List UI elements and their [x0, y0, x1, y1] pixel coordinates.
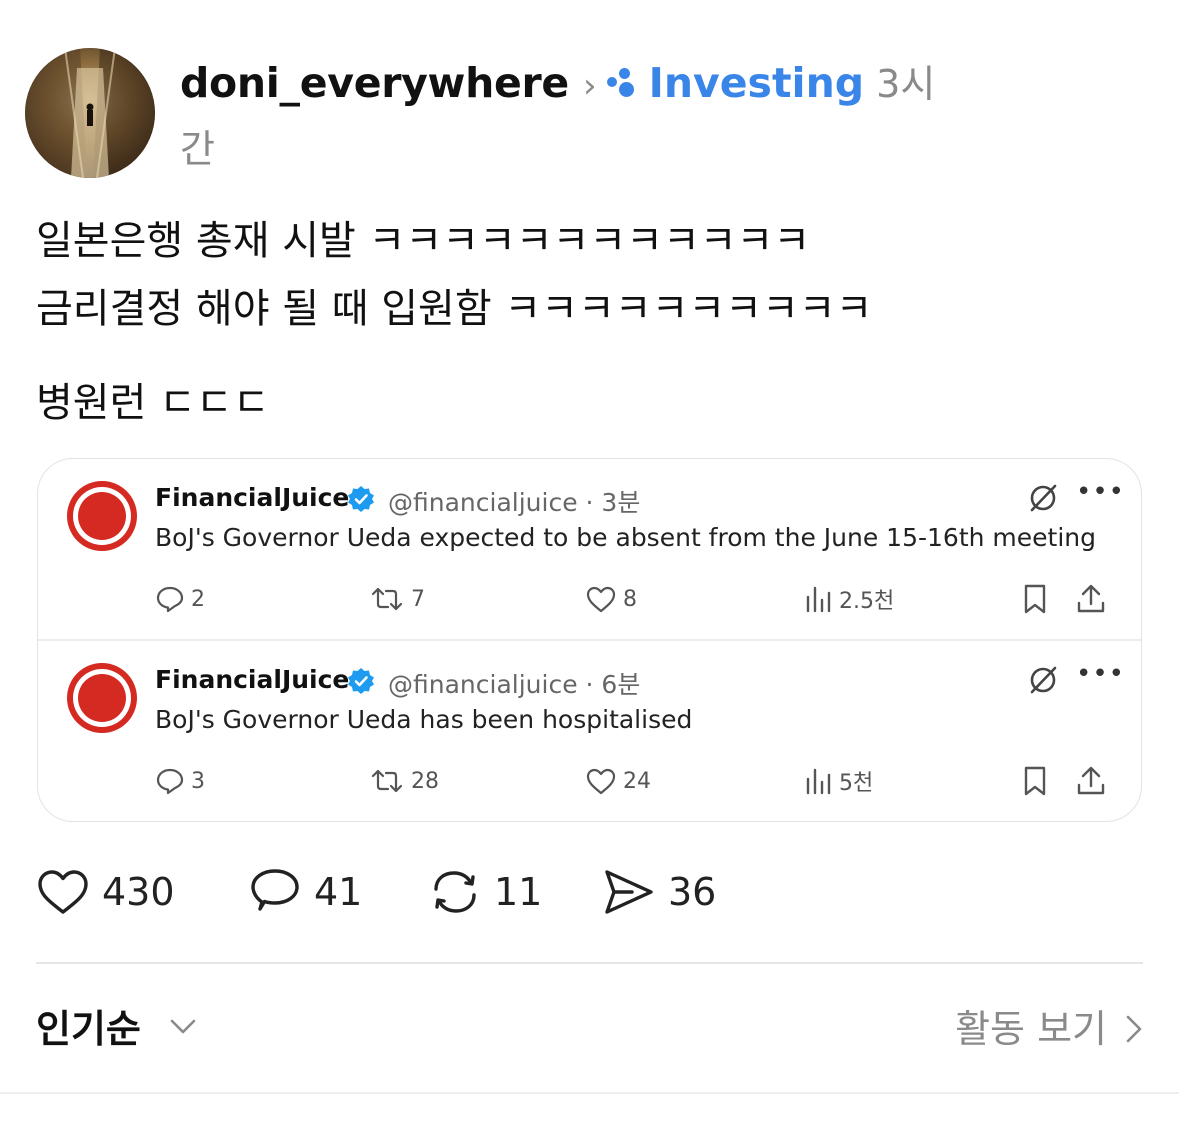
financialjuice-logo — [67, 481, 137, 551]
views-icon — [806, 586, 831, 613]
repost-icon — [371, 769, 403, 793]
tweet-text: BoJ's Governor Ueda expected to be absen… — [155, 523, 1096, 552]
like-action: 24 — [585, 763, 651, 799]
avatar[interactable] — [25, 48, 155, 178]
comment-icon — [251, 869, 299, 911]
topic-link[interactable]: Investing — [649, 59, 865, 107]
tweet-actions: 2 7 8 2.5천 — [155, 581, 1115, 617]
bottom-divider — [0, 1092, 1179, 1094]
chevron-right-icon[interactable] — [1118, 1012, 1148, 1046]
more-icon: ••• — [1076, 659, 1126, 689]
send-icon — [605, 870, 653, 914]
post-text-line-1: 일본은행 총재 시발 ㅋㅋㅋㅋㅋㅋㅋㅋㅋㅋㅋㅋ — [36, 218, 811, 264]
view-activity-link[interactable]: 활동 보기 — [955, 998, 1107, 1053]
reply-action: 3 — [155, 763, 205, 799]
section-divider — [36, 962, 1143, 964]
views-icon — [806, 768, 831, 795]
repost-action: 7 — [369, 581, 425, 617]
bookmark-action — [1021, 763, 1055, 799]
share-icon — [1077, 766, 1105, 795]
comment-button[interactable]: 41 — [248, 862, 362, 922]
repost-count: 7 — [411, 586, 425, 612]
reply-icon — [156, 586, 184, 613]
share-count: 36 — [668, 870, 717, 914]
heart-icon — [586, 768, 616, 795]
post-header: doni_everywhere › Investing 3시 간 — [180, 52, 940, 175]
like-count: 24 — [623, 768, 651, 794]
tweet-handle-time: @financialjuice · 3분 — [388, 488, 641, 517]
post-text-line-2: 금리결정 해야 될 때 입원함 ㅋㅋㅋㅋㅋㅋㅋㅋㅋㅋ — [36, 286, 873, 332]
username[interactable]: doni_everywhere — [180, 59, 569, 107]
like-button[interactable]: 430 — [36, 862, 175, 922]
share-button[interactable]: 36 — [602, 862, 716, 922]
tweet-author-name: FinancialJuice — [155, 483, 350, 512]
bookmark-action — [1021, 581, 1055, 617]
repost-icon — [434, 871, 476, 913]
embedded-tweets-image[interactable]: FinancialJuice @financialjuice · 3분 ••• … — [37, 458, 1142, 822]
more-icon: ••• — [1076, 477, 1126, 507]
reply-action: 2 — [155, 581, 205, 617]
tweet-handle-time: @financialjuice · 6분 — [388, 670, 641, 699]
grok-icon — [1030, 484, 1057, 512]
tweet-author-name: FinancialJuice — [155, 665, 350, 694]
heart-icon — [38, 870, 88, 914]
views-action: 2.5천 — [803, 581, 894, 617]
chevron-down-icon[interactable] — [166, 1012, 200, 1042]
post-actions: 430 41 11 36 — [36, 862, 936, 922]
share-icon — [1077, 584, 1105, 613]
like-count: 430 — [102, 870, 175, 914]
post-time: 3시 — [876, 62, 936, 106]
tweet-actions: 3 28 24 5천 — [155, 763, 1115, 799]
views-count: 2.5천 — [839, 589, 895, 614]
sort-dropdown[interactable]: 인기순 — [36, 998, 141, 1053]
tweet: FinancialJuice @financialjuice · 6분 ••• … — [38, 641, 1141, 821]
heart-icon — [586, 586, 616, 613]
repost-icon — [371, 587, 403, 611]
views-action: 5천 — [803, 763, 873, 799]
like-count: 8 — [623, 586, 637, 612]
share-action — [1075, 763, 1113, 799]
financialjuice-logo — [67, 663, 137, 733]
tweet: FinancialJuice @financialjuice · 3분 ••• … — [38, 459, 1141, 639]
verified-badge-icon — [348, 486, 374, 512]
post-text-line-3: 병원런 ㄷㄷㄷ — [36, 380, 270, 426]
bookmark-icon — [1024, 584, 1046, 614]
verified-badge-icon — [348, 668, 374, 694]
grok-icon — [1030, 666, 1057, 694]
post-time-continued: 간 — [180, 127, 215, 171]
repost-button[interactable]: 11 — [428, 862, 542, 922]
avatar-image — [25, 48, 155, 178]
views-count: 5천 — [839, 771, 874, 796]
like-action: 8 — [585, 581, 637, 617]
repost-action: 28 — [369, 763, 439, 799]
repost-count: 28 — [411, 768, 439, 794]
chevron-right-icon: › — [582, 66, 597, 106]
topic-dots-icon — [606, 68, 641, 98]
reply-count: 3 — [191, 768, 205, 794]
share-action — [1075, 581, 1113, 617]
tweet-text: BoJ's Governor Ueda has been hospitalise… — [155, 705, 693, 734]
repost-count: 11 — [494, 870, 543, 914]
reply-icon — [156, 768, 184, 795]
comment-count: 41 — [314, 870, 363, 914]
reply-count: 2 — [191, 586, 205, 612]
bookmark-icon — [1024, 766, 1046, 796]
